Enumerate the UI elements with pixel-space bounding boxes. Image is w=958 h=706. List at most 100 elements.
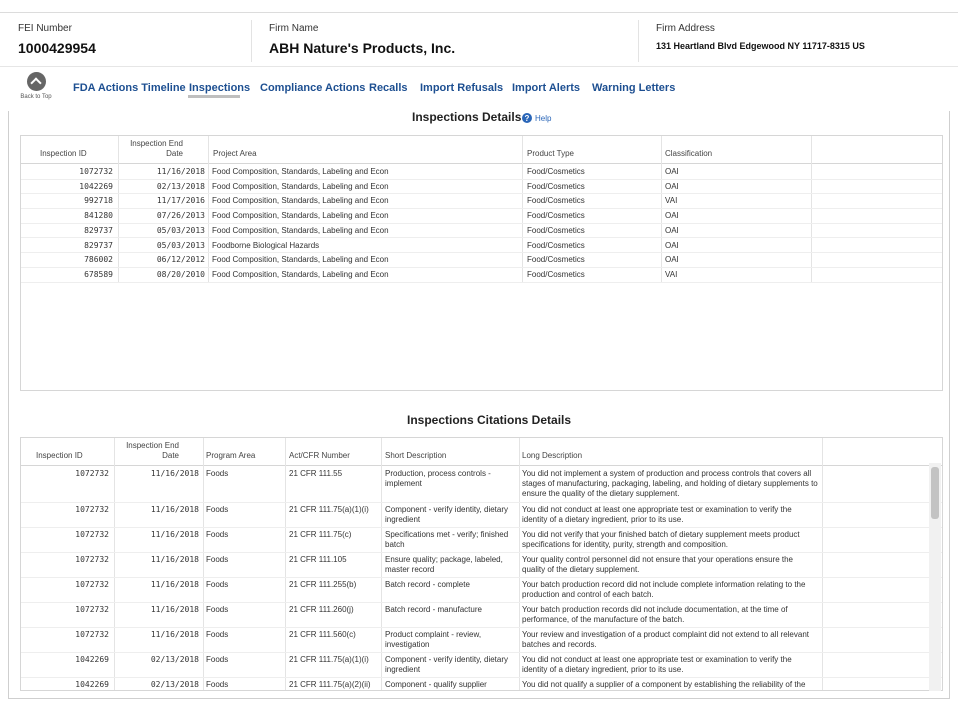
inspections-table: Inspection ID Inspection End Date Projec…: [20, 135, 943, 391]
col-inspection-id[interactable]: Inspection ID: [36, 451, 83, 461]
top-divider: [0, 12, 958, 13]
cell-long: Your review and investigation of a produ…: [522, 630, 809, 649]
cell-date: 02/13/2018: [150, 680, 199, 689]
cell-short: Production, process controls - implement: [385, 469, 491, 488]
cell-long: You did not implement a system of produc…: [522, 469, 818, 498]
cell-date: 11/16/2018: [150, 605, 199, 614]
cell-program: Foods: [206, 530, 229, 539]
inspections-table-header: Inspection ID Inspection End Date Projec…: [21, 136, 942, 164]
col-classification[interactable]: Classification: [665, 149, 712, 159]
cell-date: 06/12/2012: [156, 255, 205, 265]
cell-program: Foods: [206, 680, 229, 689]
cell-area: Food Composition, Standards, Labeling an…: [212, 181, 389, 191]
tab-compliance-actions[interactable]: Compliance Actions: [260, 82, 365, 94]
cell-id: 1072732: [79, 167, 113, 176]
table-row[interactable]: 1072732 11/16/2018 Foods 21 CFR 111.75(c) Sp…: [21, 528, 942, 553]
cell-cls: OAI: [665, 240, 679, 250]
cell-long: You did not qualify a supplier of a comp…: [522, 680, 806, 689]
tab-fda-actions-timeline[interactable]: FDA Actions Timeline: [73, 82, 186, 94]
firm-address-value: 131 Heartland Blvd Edgewood NY 11717-831…: [656, 41, 865, 51]
table-row[interactable]: 1072732 11/16/2018 Foods 21 CFR 111.75(a)(1…: [21, 503, 942, 528]
firm-name-value: ABH Nature's Products, Inc.: [269, 40, 456, 56]
cell-cls: OAI: [665, 167, 679, 176]
table-row[interactable]: 1042269 02/13/2018 Foods 21 CFR 111.75(a)(2…: [21, 678, 942, 690]
col-project-area[interactable]: Project Area: [213, 149, 257, 159]
cell-program: Foods: [206, 630, 229, 639]
tab-import-alerts[interactable]: Import Alerts: [512, 82, 580, 94]
cell-cfr: 21 CFR 111.75(a)(1)(i): [289, 505, 369, 514]
chevron-up-icon: [26, 72, 46, 91]
col-long-description[interactable]: Long Description: [522, 451, 582, 461]
cell-area: Food Composition, Standards, Labeling an…: [212, 211, 389, 221]
cell-cls: OAI: [665, 225, 679, 235]
cell-id: 1072732: [75, 505, 109, 514]
cell-type: Food/Cosmetics: [527, 181, 585, 191]
cell-short: Specifications met - verify; finished ba…: [385, 530, 509, 549]
cell-program: Foods: [206, 580, 229, 589]
col-product-type[interactable]: Product Type: [527, 149, 574, 159]
header-divider: [638, 20, 639, 62]
cell-long: You did not verify that your finished ba…: [522, 530, 800, 549]
citations-title: Inspections Citations Details: [407, 413, 572, 427]
fei-number-value: 1000429954: [18, 40, 96, 56]
cell-id: 1042269: [75, 655, 109, 664]
col-short-description[interactable]: Short Description: [385, 451, 446, 461]
col-inspection-id[interactable]: Inspection ID: [40, 149, 87, 159]
cell-id: 1072732: [75, 469, 109, 478]
table-row[interactable]: 1072732 11/16/2018 Foods 21 CFR 111.260(j) B…: [21, 603, 942, 628]
cell-long: Your batch production record did not inc…: [522, 580, 806, 599]
cell-program: Foods: [206, 605, 229, 614]
table-row[interactable]: 829737 05/03/2013 Foodborne Biological Haz…: [21, 239, 942, 254]
col-program-area[interactable]: Program Area: [206, 451, 255, 461]
table-row[interactable]: 829737 05/03/2013 Food Composition, Standa…: [21, 224, 942, 239]
cell-id: 829737: [84, 225, 113, 235]
table-row[interactable]: 678589 08/20/2010 Food Composition, Standa…: [21, 268, 942, 283]
cell-type: Food/Cosmetics: [527, 196, 585, 206]
table-row[interactable]: 1042269 02/13/2018 Food Composition, Stand…: [21, 180, 942, 195]
cell-short: Component - verify identity, dietary ing…: [385, 655, 509, 674]
cell-area: Food Composition, Standards, Labeling an…: [212, 225, 389, 235]
cell-cfr: 21 CFR 111.75(a)(2)(ii): [289, 680, 371, 689]
citations-table: Inspection ID Inspection End Date Progra…: [20, 437, 943, 691]
table-row[interactable]: 786002 06/12/2012 Food Composition, Standa…: [21, 253, 942, 268]
cell-cfr: 21 CFR 111.105: [289, 555, 347, 564]
cell-date: 07/26/2013: [156, 211, 205, 221]
citations-scrollbar[interactable]: [929, 463, 941, 691]
citations-table-header: Inspection ID Inspection End Date Progra…: [21, 438, 942, 466]
col-act-cfr-number[interactable]: Act/CFR Number: [289, 451, 350, 461]
cell-long: Your quality control personnel did not e…: [522, 555, 793, 574]
back-to-top-label: Back to Top: [20, 94, 52, 100]
table-row[interactable]: 992718 11/17/2016 Food Composition, Standa…: [21, 194, 942, 210]
cell-short: Component - qualify supplier: [385, 680, 487, 689]
tab-warning-letters[interactable]: Warning Letters: [592, 82, 675, 94]
scrollbar-thumb[interactable]: [931, 467, 939, 519]
cell-cls: VAI: [665, 196, 678, 206]
table-row[interactable]: 841280 07/26/2013 Food Composition, Standa…: [21, 209, 942, 224]
col-inspection-end-date[interactable]: Inspection End Date: [115, 441, 179, 461]
col-inspection-end-date[interactable]: Inspection End Date: [119, 139, 183, 159]
cell-id: 1072732: [75, 530, 109, 539]
tab-import-refusals[interactable]: Import Refusals: [420, 82, 503, 94]
cell-id: 1042269: [75, 680, 109, 689]
table-row[interactable]: 1072732 11/16/2018 Foods 21 CFR 111.255(b) B…: [21, 578, 942, 603]
cell-cfr: 21 CFR 111.55: [289, 469, 343, 478]
tab-recalls[interactable]: Recalls: [369, 82, 408, 94]
cell-cfr: 21 CFR 111.75(a)(1)(i): [289, 655, 369, 664]
table-row[interactable]: 1072732 11/16/2018 Foods 21 CFR 111.560(c) P…: [21, 628, 942, 653]
cell-id: 786002: [84, 255, 113, 265]
table-row[interactable]: 1042269 02/13/2018 Foods 21 CFR 111.75(a)(1…: [21, 653, 942, 678]
back-to-top-button[interactable]: Back to Top: [16, 72, 56, 100]
cell-id: 992718: [84, 196, 113, 206]
cell-area: Food Composition, Standards, Labeling an…: [212, 167, 389, 176]
tab-inspections[interactable]: Inspections: [189, 82, 250, 94]
table-row[interactable]: 1072732 11/16/2018 Foods 21 CFR 111.105 Ensu…: [21, 553, 942, 578]
cell-program: Foods: [206, 469, 229, 478]
cell-date: 11/16/2018: [150, 530, 199, 539]
cell-type: Food/Cosmetics: [527, 225, 585, 235]
firm-address-label: Firm Address: [656, 23, 715, 34]
table-row[interactable]: 1072732 11/16/2018 Foods 21 CFR 111.55 Produ…: [21, 467, 942, 503]
table-row[interactable]: 1072732 11/16/2018 Food Composition, Stand…: [21, 165, 942, 180]
help-link[interactable]: ? Help: [522, 113, 551, 123]
cell-cfr: 21 CFR 111.255(b): [289, 580, 357, 589]
cell-date: 11/16/2018: [150, 505, 199, 514]
